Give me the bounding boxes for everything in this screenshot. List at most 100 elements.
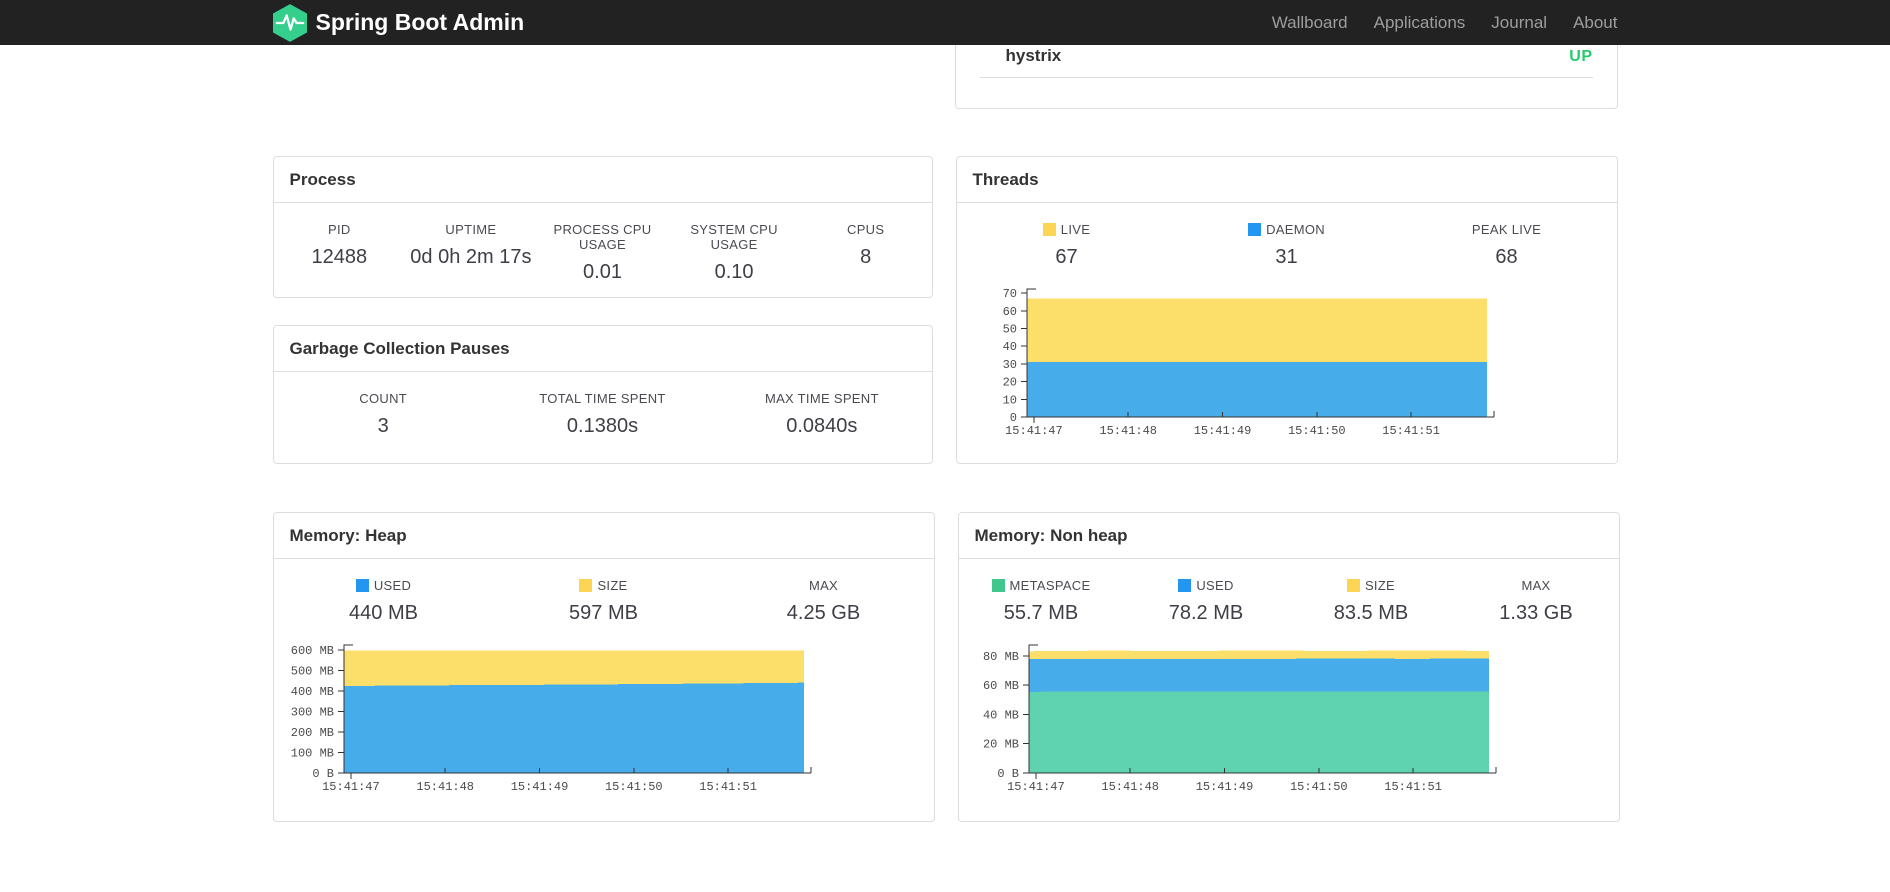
application-name: hystrix (1005, 46, 1062, 65)
brand[interactable]: Spring Boot Admin (272, 3, 525, 42)
legend-swatch-used (355, 579, 369, 592)
metric-size: SIZE 597 MB (494, 578, 714, 625)
gc-card-title: Garbage Collection Pauses (273, 326, 932, 372)
legend-swatch-used (1178, 579, 1192, 592)
svg-text:80 MB: 80 MB (982, 650, 1018, 664)
nav-item: About (1560, 13, 1617, 33)
svg-text:50: 50 (1002, 323, 1016, 337)
metric-value: 83.5 MB (1333, 602, 1409, 624)
memory-nonheap-card: Memory: Non heap METASPACE 55.7 MB USED 78.… (957, 512, 1620, 822)
metric-value: 12488 (311, 246, 368, 268)
metric-label: PEAK LIVE (1471, 222, 1542, 237)
svg-text:200 MB: 200 MB (290, 726, 333, 740)
threads-card: Threads LIVE 67 DAEMON 31 PEAK LIVE 68 0 10 20 3… (955, 156, 1618, 464)
metric-value: 4.25 GB (786, 602, 861, 624)
metric-label: SIZE (494, 578, 714, 593)
memory-heap-card: Memory: Heap USED 440 MB SIZE 597 MB MAX 4.25… (272, 512, 935, 822)
metric-label: SYSTEM CPU USAGE (690, 222, 778, 252)
navbar: Spring Boot Admin Wallboard Applications J… (0, 0, 1890, 45)
threads-chart-svg: 0 10 20 30 40 50 60 70 15:41:47 15:41:48 15:41:49 1… (1002, 287, 1494, 438)
metric-value: 67 (1055, 246, 1078, 268)
metric-label: LIVE (957, 222, 1177, 237)
metric-value: 68 (1495, 246, 1518, 268)
metric-size: SIZE 83.5 MB (1289, 578, 1454, 625)
process-card-title: Process (273, 157, 932, 203)
metric-value: 0.10 (714, 261, 754, 283)
memory-nonheap-chart-svg: 0 B 20 MB 40 MB 60 MB 80 MB 15:41:47 15:41:48 1… (982, 644, 1496, 794)
metric-system-cpu-usage: SYSTEM CPU USAGE 0.10 (668, 222, 800, 284)
svg-text:70: 70 (1002, 287, 1016, 301)
svg-text:100 MB: 100 MB (290, 747, 333, 761)
memory-heap-card-title: Memory: Heap (273, 513, 934, 559)
metric-label: SIZE (1289, 578, 1454, 593)
main-content: hystrix UP Process PID 12488 UPTIME 0d 0h 2… (272, 11, 1620, 822)
metric-value: 440 MB (349, 602, 418, 624)
svg-text:300 MB: 300 MB (290, 706, 333, 720)
nav-link-journal[interactable]: Journal (1478, 13, 1560, 32)
memory-nonheap-card-title: Memory: Non heap (958, 513, 1619, 559)
svg-text:15:41:51: 15:41:51 (1382, 424, 1440, 438)
metric-value: 0.0840s (786, 415, 858, 437)
svg-text:15:41:50: 15:41:50 (604, 780, 662, 794)
metric-label: CPUS (847, 222, 885, 237)
process-metrics: PID 12488 UPTIME 0d 0h 2m 17s PROCESS CPU US… (274, 222, 932, 284)
metric-value: 55.7 MB (1003, 602, 1079, 624)
metric-value: 597 MB (569, 602, 638, 624)
metric-max-time-spent: MAX TIME SPENT 0.0840s (712, 391, 931, 438)
svg-text:400 MB: 400 MB (290, 685, 333, 699)
metric-value: 0.01 (583, 261, 622, 283)
svg-text:15:41:49: 15:41:49 (1195, 780, 1253, 794)
svg-text:15:41:47: 15:41:47 (322, 780, 380, 794)
metric-label: TOTAL TIME SPENT (539, 391, 666, 406)
nav-links: Wallboard Applications Journal About (1259, 13, 1618, 33)
nav-link-wallboard[interactable]: Wallboard (1259, 13, 1361, 32)
metric-value: 0d 0h 2m 17s (410, 246, 532, 268)
threads-chart: 0 10 20 30 40 50 60 70 15:41:47 15:41:48 15:41:49 1… (957, 271, 1617, 439)
svg-text:40: 40 (1002, 340, 1016, 354)
svg-text:15:41:49: 15:41:49 (510, 780, 568, 794)
svg-text:0: 0 (1009, 411, 1016, 425)
metric-max: MAX 4.25 GB (714, 578, 934, 625)
legend-swatch-size (1346, 579, 1360, 592)
metric-label: DAEMON (1177, 222, 1397, 237)
metric-value: 0.1380s (566, 415, 639, 437)
metric-value: 8 (860, 246, 872, 268)
threads-legend: LIVE 67 DAEMON 31 PEAK LIVE 68 (957, 222, 1617, 269)
svg-text:40 MB: 40 MB (982, 709, 1018, 723)
gc-card: Garbage Collection Pauses COUNT 3 TOTAL TI… (272, 325, 933, 464)
metric-max: MAX 1.33 GB (1454, 578, 1619, 625)
legend-swatch-size (579, 579, 593, 592)
svg-text:60 MB: 60 MB (982, 679, 1018, 693)
brand-title: Spring Boot Admin (315, 9, 525, 35)
svg-text:600 MB: 600 MB (290, 644, 333, 658)
nav-link-applications[interactable]: Applications (1361, 13, 1479, 32)
svg-text:15:41:47: 15:41:47 (1007, 780, 1065, 794)
legend-swatch-live (1042, 223, 1056, 236)
metric-label: PID (328, 222, 351, 237)
nav-link-about[interactable]: About (1560, 13, 1617, 32)
spring-boot-admin-logo-icon (272, 3, 307, 42)
memory-heap-chart-svg: 0 B 100 MB 200 MB 300 MB 400 MB 500 MB 600 MB 1… (290, 644, 811, 794)
nav-item: Wallboard (1259, 13, 1361, 33)
svg-text:10: 10 (1002, 393, 1016, 407)
metric-label: MAX (1521, 578, 1551, 593)
metric-process-cpu-usage: PROCESS CPU USAGE 0.01 (537, 222, 669, 284)
metric-uptime: UPTIME 0d 0h 2m 17s (405, 222, 537, 284)
metric-metaspace: METASPACE 55.7 MB (959, 578, 1124, 625)
metric-cpus: CPUS 8 (800, 222, 932, 284)
memory-heap-legend: USED 440 MB SIZE 597 MB MAX 4.25 GB (274, 578, 934, 625)
metric-value: 31 (1275, 246, 1298, 268)
metric-count: COUNT 3 (274, 391, 493, 438)
metric-value: 1.33 GB (1499, 602, 1573, 624)
svg-text:15:41:48: 15:41:48 (1101, 780, 1159, 794)
memory-nonheap-legend: METASPACE 55.7 MB USED 78.2 MB SIZE 83.5 MB MA… (959, 578, 1619, 625)
status-badge: UP (1569, 48, 1593, 65)
threads-card-title: Threads (956, 157, 1617, 203)
svg-text:15:41:47: 15:41:47 (1005, 424, 1063, 438)
svg-text:20: 20 (1002, 376, 1016, 390)
svg-text:30: 30 (1002, 358, 1016, 372)
memory-nonheap-chart: 0 B 20 MB 40 MB 60 MB 80 MB 15:41:47 15:41:48 1… (959, 627, 1619, 795)
svg-text:15:41:48: 15:41:48 (1099, 424, 1157, 438)
metric-label: PROCESS CPU USAGE (553, 222, 652, 252)
metric-label: METASPACE (959, 578, 1124, 593)
